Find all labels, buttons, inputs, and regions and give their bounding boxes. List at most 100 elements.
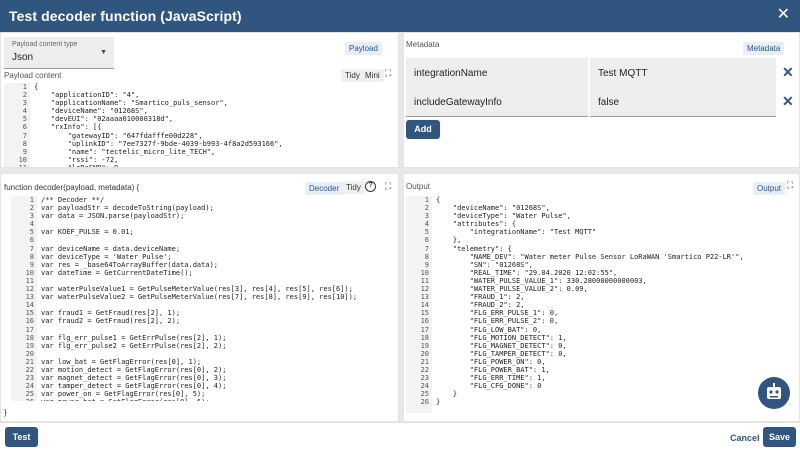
decoder-line-number: 21 — [25, 357, 34, 366]
output-line-number: 11 — [420, 276, 429, 285]
decoder-line-number: 10 — [25, 268, 34, 277]
decoder-code-line: var waterPulseValue1 = GetPulseMeterValu… — [41, 285, 353, 294]
payload-editor[interactable]: 1234567891011 { "applicationID": "4", "a… — [4, 83, 396, 167]
fullscreen-icon[interactable]: ⛶ — [787, 180, 793, 191]
bot-icon[interactable] — [758, 377, 790, 409]
metadata-value-field[interactable]: false — [590, 87, 776, 117]
output-line-number: 17 — [420, 325, 429, 334]
dialog-header: Test decoder function (JavaScript) ✕ — [0, 0, 800, 32]
payload-code-line: "deviceName": "01268S", — [34, 107, 148, 116]
metadata-label: Metadata — [406, 40, 440, 49]
output-line-number: 13 — [420, 293, 429, 302]
output-code-line: "NAME_DEV": "Water meter Pulse Sensor Lo… — [436, 252, 744, 261]
decoder-code-line: var payloadStr = decodeToString(payload)… — [41, 204, 214, 213]
decoder-code-line: var tamper_detect = GetFlagError(res[0],… — [41, 382, 227, 391]
output-code-line: } — [436, 398, 441, 407]
payload-pane: Payload content type Json ▼ Payload Payl… — [0, 32, 399, 168]
decoder-line-number: 5 — [29, 228, 34, 237]
mini-button[interactable]: Mini — [361, 69, 384, 82]
help-icon[interactable]: ? — [365, 181, 376, 192]
output-line-number: 8 — [424, 252, 429, 261]
payload-code-line: { — [34, 83, 39, 91]
payload-code-line: "applicationID": "4", — [34, 91, 140, 100]
decoder-code-line: var fraud2 = GetFraud(res[2], 2); — [41, 317, 181, 326]
output-code-line: }, — [436, 236, 462, 245]
decoder-code-line: var KOEF_PULSE = 0.01; — [41, 228, 134, 237]
decoder-line-number: 12 — [25, 285, 34, 294]
decoder-line-number: 3 — [29, 212, 34, 221]
decoder-code-line: var motion_detect = GetFlagError(res[0],… — [41, 365, 227, 374]
decoder-line-number: 17 — [25, 325, 34, 334]
remove-icon[interactable]: ✕ — [782, 93, 794, 110]
output-line-number: 3 — [424, 212, 429, 221]
payload-content-type-select[interactable]: Payload content type Json ▼ — [4, 37, 114, 69]
output-code-line: } — [436, 390, 458, 399]
decoder-code-line: var low_bat = GetFlagError(res[0], 1); — [41, 357, 202, 366]
output-label: Output — [406, 182, 431, 191]
metadata-key-field[interactable]: includeGatewayInfo — [406, 87, 588, 117]
output-line-number: 18 — [420, 333, 429, 342]
output-line-number: 1 — [424, 196, 429, 204]
output-line-number: 21 — [420, 357, 429, 366]
payload-code-line: "rxInfo": [{ — [34, 123, 102, 132]
output-editor[interactable]: 1 2 3 4 5 6 7 8 9 10 11 12 13 14 15 16 17 18 19 20 21 22 23 24 2… — [406, 196, 798, 413]
output-code-line: "WATER_PULSE_VALUE_2": 0.09, — [436, 285, 588, 294]
decoder-line-number: 22 — [25, 365, 34, 374]
decoder-code-line: /** Decoder **/ — [41, 196, 105, 204]
decoder-code-line — [41, 326, 357, 334]
metadata-pane: Metadata Metadata integrationName Test M… — [403, 32, 800, 168]
decoder-line-number: 18 — [25, 333, 34, 342]
output-code-line: "FRAUD_1": 2, — [436, 293, 525, 302]
metadata-value-field[interactable]: Test MQTT — [590, 58, 776, 88]
decoder-line-number: 13 — [25, 293, 34, 302]
output-code-line: "attributes": { — [436, 220, 517, 229]
output-line-number: 9 — [424, 260, 429, 269]
output-code-line: "FLG_ERR_PULSE_1": 0, — [436, 309, 559, 318]
close-icon[interactable]: ✕ — [777, 7, 790, 23]
tidy-button[interactable]: Tidy — [342, 181, 365, 194]
payload-code-line: "devEUI": "02aaaa010000318d", — [34, 115, 174, 124]
decoder-line-number: 2 — [29, 204, 34, 213]
metadata-chip: Metadata — [743, 42, 785, 55]
output-code-line: { — [436, 196, 441, 204]
decoder-code[interactable]: /** Decoder **/var payloadStr = decodeTo… — [41, 196, 357, 401]
payload-line-number: 10 — [18, 155, 27, 164]
decoder-code-line: var flg_err_pulse1 = GetErrPulse(res[2],… — [41, 333, 227, 342]
decoder-editor[interactable]: 1 2 3 4 5 6 7 8 9 10 11 12 13 14 15 16 17 18 19 20 21 22 23 24 2… — [11, 196, 396, 401]
decoder-code-line: var fraud1 = GetFraud(res[2], 1); — [41, 309, 181, 318]
payload-code[interactable]: { "applicationID": "4", "applicationName… — [34, 83, 283, 167]
decoder-line-number: 9 — [29, 260, 34, 269]
save-button[interactable]: Save — [763, 427, 796, 447]
output-line-number: 24 — [420, 382, 429, 391]
payload-line-number: 3 — [22, 99, 27, 108]
decoder-code-line: var waterPulseValue2 = GetPulseMeterValu… — [41, 293, 358, 302]
decoder-line-number: 7 — [29, 244, 34, 253]
output-code-line: "FLG_ERR_PULSE_2": 0, — [436, 317, 559, 326]
output-code-line: "WATER_PULSE_VALUE_1": 330.2800000000000… — [436, 276, 647, 285]
decoder-pane: function decoder(payload, metadata) { De… — [0, 173, 399, 422]
chevron-down-icon: ▼ — [100, 49, 107, 56]
add-button[interactable]: Add — [406, 120, 440, 139]
output-line-number: 6 — [424, 236, 429, 245]
payload-line-number: 2 — [22, 91, 27, 100]
decoder-signature: function decoder(payload, metadata) { — [4, 183, 140, 192]
metadata-key-field[interactable]: integrationName — [406, 58, 588, 88]
output-code-line: "integrationName": "Test MQTT" — [436, 228, 597, 237]
decoder-code-line — [41, 277, 357, 285]
decoder-gutter: 1 2 3 4 5 6 7 8 9 10 11 12 13 14 15 16 17 18 19 20 21 22 23 24 2… — [11, 196, 37, 401]
output-code-line: "SN": "01268S", — [436, 260, 533, 269]
test-button[interactable]: Test — [5, 427, 38, 447]
cancel-button[interactable]: Cancel — [730, 433, 760, 443]
remove-icon[interactable]: ✕ — [782, 64, 794, 81]
decoder-line-number: 4 — [29, 220, 34, 229]
output-code-line: "FRAUD_2": 2, — [436, 301, 525, 310]
output-code-line: "REAL_TIME": "29.04.2020 12:02:55", — [436, 268, 618, 277]
payload-code-line: "rssi": -72, — [34, 155, 119, 164]
output-line-number: 23 — [420, 374, 429, 383]
fullscreen-icon[interactable]: ⛶ — [385, 68, 391, 79]
output-code: { "deviceName": "01268S", "deviceType": … — [436, 196, 744, 406]
payload-code-line: "loRaSNR": 9 — [34, 164, 283, 167]
decoder-line-number: 14 — [25, 301, 34, 310]
output-line-number: 22 — [420, 365, 429, 374]
fullscreen-icon[interactable]: ⛶ — [385, 181, 391, 192]
